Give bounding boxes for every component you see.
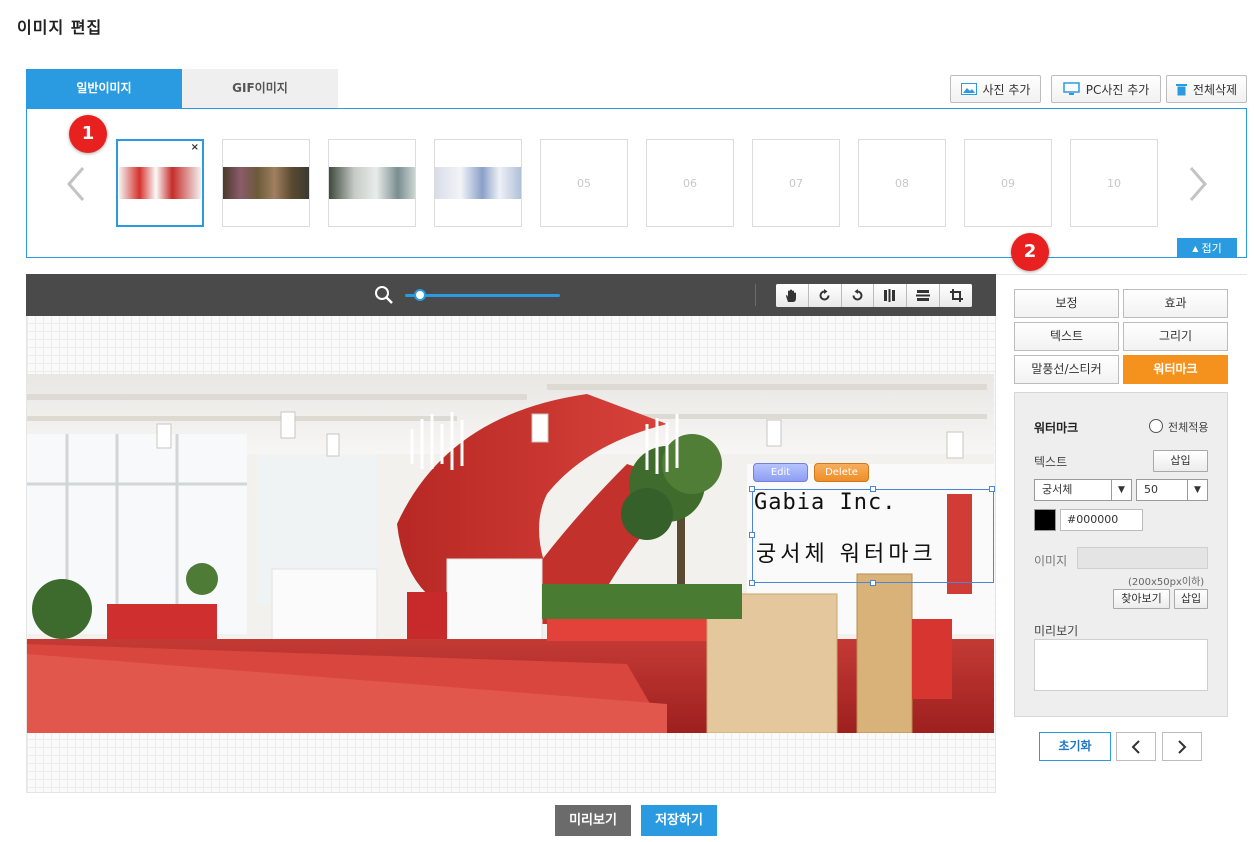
crop-button[interactable] — [940, 284, 972, 307]
tool-group — [776, 284, 972, 307]
flip-horizontal-icon — [916, 289, 931, 301]
function-draw-button[interactable]: 그리기 — [1123, 322, 1228, 351]
thumbnail-slot-6[interactable]: 06 — [646, 139, 734, 227]
size-select-value: 50 — [1144, 483, 1158, 496]
thumbnail-image — [223, 167, 309, 199]
function-sticker-button[interactable]: 말풍선/스티커 — [1014, 355, 1119, 384]
font-select[interactable]: 궁서체 ▼ — [1034, 479, 1132, 501]
thumbnail-slot-8[interactable]: 08 — [858, 139, 946, 227]
save-button[interactable]: 저장하기 — [641, 805, 717, 836]
zoom-icon — [375, 286, 393, 304]
add-pc-photo-button[interactable]: PC사진 추가 — [1051, 75, 1161, 103]
chevron-down-icon: ▼ — [1187, 480, 1207, 500]
fold-label: 접기 — [1201, 242, 1222, 255]
chevron-down-icon: ▼ — [1111, 480, 1131, 500]
thumbnails-next-icon[interactable] — [1188, 166, 1208, 202]
size-select[interactable]: 50 ▼ — [1136, 479, 1208, 501]
text-insert-button[interactable]: 삽입 — [1153, 450, 1208, 472]
function-correction-button[interactable]: 보정 — [1014, 289, 1119, 318]
function-text-button[interactable]: 텍스트 — [1014, 322, 1119, 351]
crop-icon — [949, 289, 963, 302]
fold-button[interactable]: ▲ 접기 — [1177, 238, 1237, 258]
add-pc-photo-label: PC사진 추가 — [1085, 82, 1150, 97]
preview-label: 미리보기 — [1034, 624, 1079, 638]
thumbnail-image — [119, 167, 201, 199]
image-path-field — [1077, 547, 1208, 569]
thumbnail-slot-7[interactable]: 07 — [752, 139, 840, 227]
watermark-text-line2: 궁서체 워터마크 — [756, 542, 937, 567]
thumbnail-1[interactable]: × — [116, 139, 204, 227]
thumbnail-3[interactable] — [328, 139, 416, 227]
thumbnail-4[interactable] — [434, 139, 522, 227]
toolbar-divider — [755, 284, 756, 306]
delete-all-label: 전체삭제 — [1192, 82, 1238, 97]
chevron-left-icon — [1131, 739, 1140, 754]
font-select-value: 궁서체 — [1042, 483, 1073, 496]
add-photo-label: 사진 추가 — [982, 82, 1031, 97]
chevron-right-icon — [1178, 739, 1187, 754]
resize-handle-top-right[interactable] — [989, 486, 995, 492]
resize-handle-left[interactable] — [749, 532, 755, 538]
tab-general-image[interactable]: 일반이미지 — [26, 69, 182, 108]
caret-up-icon: ▲ — [1192, 243, 1199, 253]
apply-all-label: 전체적용 — [1168, 421, 1209, 434]
photo-icon — [960, 83, 977, 95]
resize-handle-bottom[interactable] — [870, 580, 876, 586]
browse-button[interactable]: 찾아보기 — [1113, 589, 1170, 609]
function-watermark-button[interactable]: 워터마크 — [1123, 355, 1228, 384]
monitor-icon — [1062, 82, 1080, 95]
rotate-left-icon — [819, 289, 830, 301]
image-label: 이미지 — [1034, 554, 1068, 568]
zoom-slider[interactable] — [405, 294, 560, 297]
rotate-left-button[interactable] — [808, 284, 842, 307]
add-photo-button[interactable]: 사진 추가 — [950, 75, 1041, 103]
flip-vertical-button[interactable] — [874, 284, 908, 307]
tab-gif-image[interactable]: GIF이미지 — [182, 69, 338, 108]
color-swatch[interactable] — [1034, 509, 1056, 531]
thumbnail-slot-10[interactable]: 10 — [1070, 139, 1158, 227]
rotate-right-button[interactable] — [841, 284, 875, 307]
thumbnail-image — [435, 167, 521, 199]
thumbnail-slot-9[interactable]: 09 — [964, 139, 1052, 227]
thumbnails-prev-icon[interactable] — [66, 166, 86, 202]
apply-all-radio[interactable] — [1149, 419, 1163, 433]
thumbnail-slot-5[interactable]: 05 — [540, 139, 628, 227]
delete-all-button[interactable]: 전체삭제 — [1166, 75, 1247, 103]
image-size-hint: (200x50px이하) — [1128, 577, 1205, 588]
watermark-edit-button[interactable]: Edit — [753, 463, 808, 482]
image-insert-button[interactable]: 삽입 — [1174, 589, 1208, 609]
reset-button[interactable]: 초기화 — [1039, 732, 1111, 761]
thumbnail-strip — [26, 108, 1247, 258]
flip-horizontal-button[interactable] — [907, 284, 941, 307]
preview-button[interactable]: 미리보기 — [555, 805, 631, 836]
watermark-panel-title: 워터마크 — [1034, 421, 1079, 435]
close-icon[interactable]: × — [191, 142, 199, 153]
prev-button[interactable] — [1116, 732, 1156, 761]
step-badge-1: 1 — [69, 115, 107, 153]
resize-handle-bottom-left[interactable] — [749, 580, 755, 586]
thumbnail-image — [329, 167, 415, 199]
watermark-delete-button[interactable]: Delete — [814, 463, 869, 482]
page-title: 이미지 편집 — [17, 18, 103, 37]
text-label: 텍스트 — [1034, 455, 1068, 469]
hand-tool-button[interactable] — [776, 284, 809, 307]
watermark-text-line1: Gabia Inc. — [754, 490, 897, 515]
color-input[interactable]: #000000 — [1060, 509, 1143, 531]
thumbnail-2[interactable] — [222, 139, 310, 227]
step-badge-2: 2 — [1011, 233, 1049, 271]
function-effect-button[interactable]: 효과 — [1123, 289, 1228, 318]
zoom-slider-handle[interactable] — [414, 289, 426, 301]
trash-icon — [1175, 83, 1187, 95]
preview-box — [1034, 639, 1208, 691]
next-button[interactable] — [1162, 732, 1202, 761]
flip-vertical-icon — [884, 289, 896, 302]
hand-icon — [786, 289, 797, 302]
rotate-right-icon — [852, 289, 863, 301]
